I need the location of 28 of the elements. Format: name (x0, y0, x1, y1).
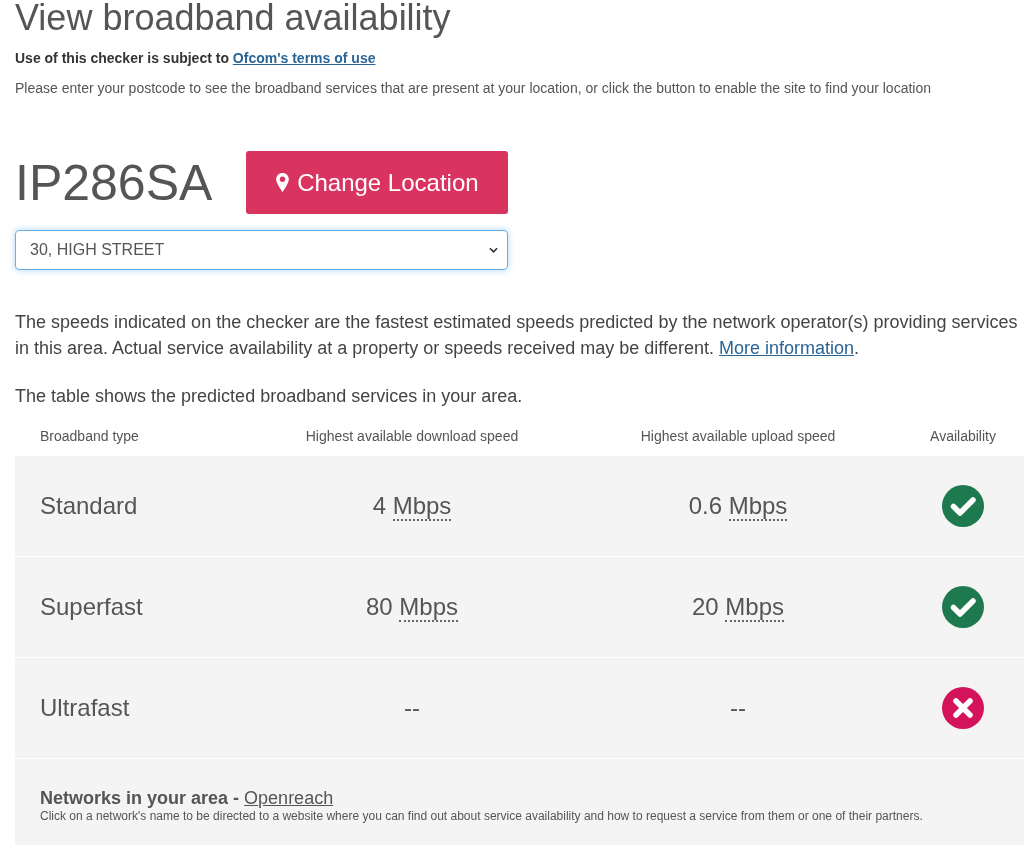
map-pin-icon (276, 173, 290, 192)
upload-speed-heading: Highest available upload speed (640, 427, 836, 444)
upload-speed-cell: 0.6 Mbps (688, 492, 788, 520)
terms-notice: Use of this checker is subject to Ofcom's terms of use (15, 49, 377, 67)
broadband-type-cell: Superfast (40, 593, 143, 621)
instructions-text: Please enter your postcode to see the broadband services that are present at your location, or click the button to enable the site to find your location (15, 79, 932, 97)
address-dropdown[interactable]: 30, HIGH STREET (15, 230, 508, 270)
postcode-text: IP286SA (15, 154, 213, 211)
download-speed-cell: 4 Mbps (372, 492, 452, 520)
networks-heading: Networks in your area - Openreach (40, 787, 335, 809)
more-information-link[interactable]: More information (719, 338, 855, 358)
networks-note: Click on a network's name to be directed to a website where you can find out about service availability and how to request a service from them or one of their partners. (40, 809, 924, 823)
upload-speed-cell: -- (730, 694, 746, 722)
download-speed-cell: 80 Mbps (365, 593, 459, 621)
disclaimer-text: The speeds indicated on the checker are the fastest estimated speeds predicted by the network operator(s) providing services in this area. Actual service availability at a property or speeds received may be different. More information. (15, 311, 1019, 360)
broadband-type-cell: Ultrafast (40, 694, 130, 722)
page-title: View broadband availability (15, 0, 452, 36)
terms-link[interactable]: Ofcom's terms of use (232, 50, 376, 66)
download-speed-cell: -- (404, 694, 420, 722)
chevron-down-icon (489, 247, 498, 253)
change-location-button[interactable]: Change Location (246, 151, 509, 214)
availability-heading: Availability (930, 427, 996, 444)
broadband-type-heading: Broadband type (40, 427, 139, 444)
table-intro-text: The table shows the predicted broadband services in your area. (15, 385, 524, 408)
download-speed-heading: Highest available download speed (305, 427, 519, 444)
upload-speed-cell: 20 Mbps (691, 593, 785, 621)
openreach-link[interactable]: Openreach (244, 788, 334, 808)
broadband-type-cell: Standard (40, 492, 138, 520)
